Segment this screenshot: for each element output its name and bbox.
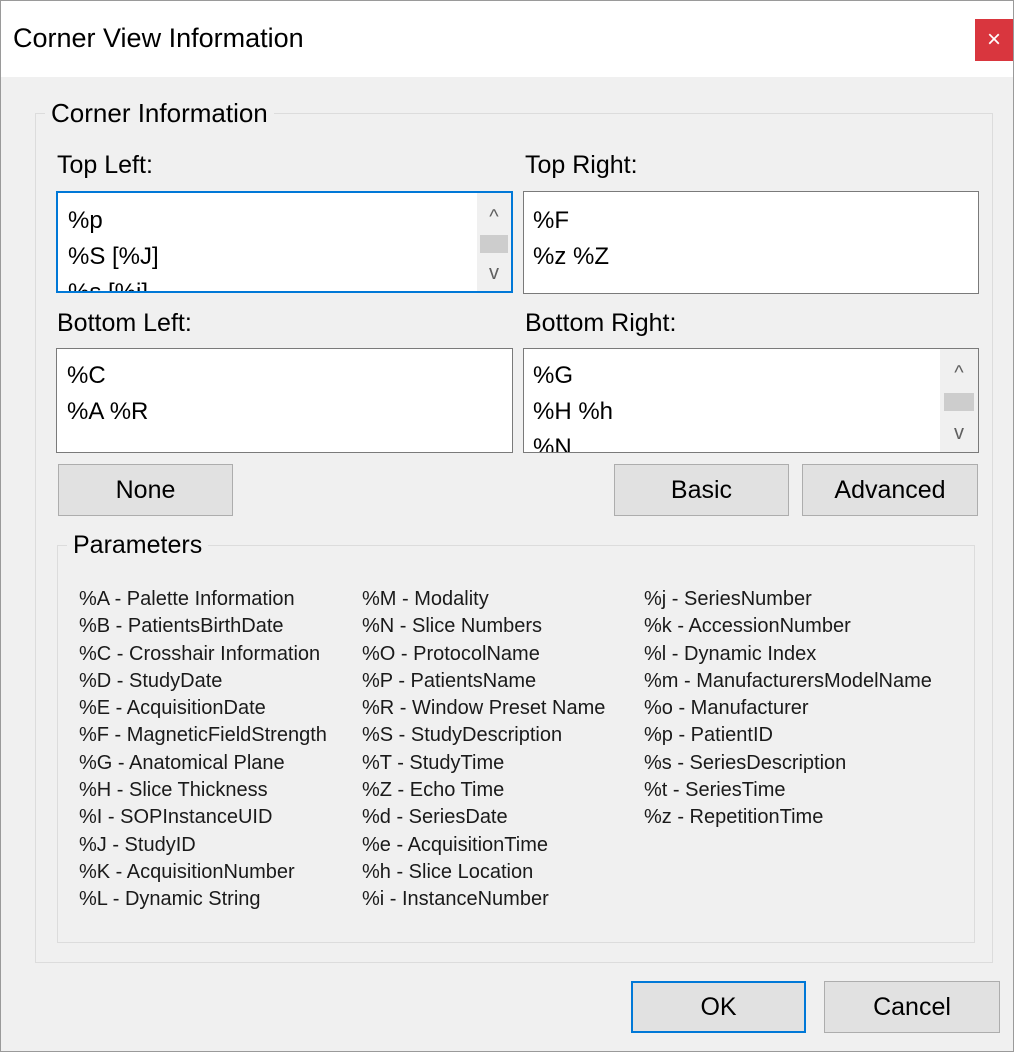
parameter-item: %z - RepetitionTime <box>644 806 824 829</box>
parameter-item: %E - AcquisitionDate <box>79 697 266 720</box>
parameter-item: %s - SeriesDescription <box>644 751 847 774</box>
bottom-left-textbox[interactable]: %C %A %R <box>56 348 513 453</box>
bottom-left-lines: %C %A %R <box>67 358 148 430</box>
bottom-right-lines: %G %H %h %N <box>533 358 614 453</box>
parameter-item: %T - StudyTime <box>362 751 505 774</box>
text-line: %C <box>67 362 106 389</box>
parameter-item: %Z - Echo Time <box>362 779 505 802</box>
text-line: %N <box>533 434 572 453</box>
ok-button[interactable]: OK <box>631 981 806 1033</box>
scroll-thumb[interactable] <box>480 235 508 253</box>
parameters-column-1: %A - Palette Information %B - PatientsBi… <box>79 586 327 914</box>
close-button[interactable]: × <box>975 19 1013 61</box>
parameter-item: %O - ProtocolName <box>362 642 540 665</box>
parameter-item: %o - Manufacturer <box>644 697 809 720</box>
parameter-item: %I - SOPInstanceUID <box>79 806 273 829</box>
scroll-thumb[interactable] <box>944 393 974 411</box>
top-left-scrollbar[interactable]: ^ v <box>477 193 511 291</box>
basic-button[interactable]: Basic <box>614 464 789 516</box>
top-right-textbox[interactable]: %F %z %Z <box>523 191 979 294</box>
parameters-column-2: %M - Modality %N - Slice Numbers %O - Pr… <box>362 586 605 914</box>
parameter-item: %h - Slice Location <box>362 860 534 883</box>
parameter-item: %L - Dynamic String <box>79 888 261 911</box>
corner-information-label: Corner Information <box>45 98 274 129</box>
parameter-item: %S - StudyDescription <box>362 724 563 747</box>
scroll-up-icon[interactable]: ^ <box>477 203 511 231</box>
text-line: %H %h <box>533 398 614 425</box>
bottom-right-scrollbar[interactable]: ^ v <box>940 349 978 452</box>
parameter-item: %J - StudyID <box>79 833 196 856</box>
parameter-item: %F - MagneticFieldStrength <box>79 724 327 747</box>
parameter-item: %B - PatientsBirthDate <box>79 615 284 638</box>
parameter-item: %R - Window Preset Name <box>362 697 606 720</box>
parameter-item: %p - PatientID <box>644 724 773 747</box>
text-line: %A %R <box>67 398 149 425</box>
parameter-item: %A - Palette Information <box>79 588 295 610</box>
parameters-column-3: %j - SeriesNumber %k - AccessionNumber %… <box>644 586 932 832</box>
parameter-item: %l - Dynamic Index <box>644 642 817 665</box>
top-right-lines: %F %z %Z <box>533 203 609 275</box>
text-line: %z %Z <box>533 243 610 270</box>
text-line: %S [%J] <box>68 243 159 270</box>
parameter-item: %N - Slice Numbers <box>362 615 543 638</box>
parameter-item: %e - AcquisitionTime <box>362 833 548 856</box>
parameter-item: %P - PatientsName <box>362 669 537 692</box>
parameter-item: %d - SeriesDate <box>362 806 508 829</box>
bottom-left-label: Bottom Left: <box>57 309 192 337</box>
top-right-label: Top Right: <box>525 151 638 179</box>
parameter-item: %k - AccessionNumber <box>644 615 851 638</box>
parameter-item: %K - AcquisitionNumber <box>79 860 295 883</box>
parameter-item: %G - Anatomical Plane <box>79 751 285 774</box>
cancel-button[interactable]: Cancel <box>824 981 1000 1033</box>
bottom-right-label: Bottom Right: <box>525 309 677 337</box>
parameter-item: %H - Slice Thickness <box>79 779 268 802</box>
text-line: %G <box>533 362 574 389</box>
top-left-textbox[interactable]: %p %S [%J] %s [%i] ^ v <box>56 191 513 293</box>
scroll-down-icon[interactable]: v <box>940 419 978 447</box>
parameter-item: %j - SeriesNumber <box>644 588 812 610</box>
scroll-up-icon[interactable]: ^ <box>940 359 978 387</box>
bottom-right-textbox[interactable]: %G %H %h %N ^ v <box>523 348 979 453</box>
parameter-item: %M - Modality <box>362 588 489 610</box>
top-left-label: Top Left: <box>57 151 153 179</box>
parameter-item: %t - SeriesTime <box>644 779 786 802</box>
parameter-item: %D - StudyDate <box>79 669 223 692</box>
parameter-item: %C - Crosshair Information <box>79 642 321 665</box>
parameter-item: %m - ManufacturersModelName <box>644 669 932 692</box>
text-line: %s [%i] <box>68 279 149 293</box>
title-bar: Corner View Information × <box>1 1 1013 77</box>
top-left-lines: %p %S [%J] %s [%i] <box>68 203 159 293</box>
parameter-item: %i - InstanceNumber <box>362 888 549 911</box>
none-button[interactable]: None <box>58 464 233 516</box>
window-title: Corner View Information <box>13 23 304 53</box>
advanced-button[interactable]: Advanced <box>802 464 978 516</box>
scroll-down-icon[interactable]: v <box>477 259 511 287</box>
text-line: %F <box>533 207 569 234</box>
parameters-label: Parameters <box>67 531 209 560</box>
dialog-window: Corner View Information × Corner Informa… <box>0 0 1014 1052</box>
text-line: %p <box>68 207 103 234</box>
